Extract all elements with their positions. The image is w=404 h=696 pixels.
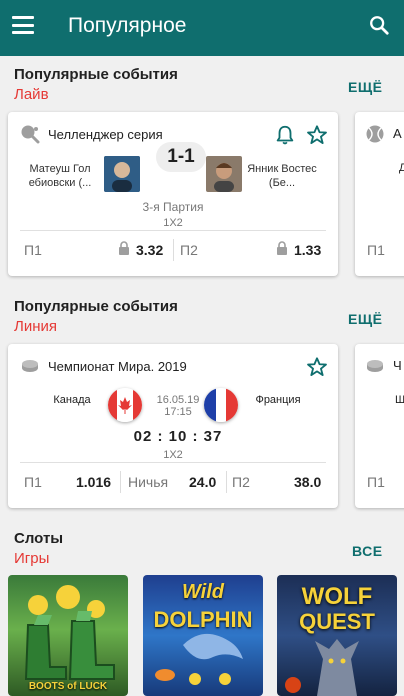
odd-label-p2[interactable]: П2 — [180, 242, 198, 258]
live-more-link[interactable]: ЕЩЁ — [348, 79, 382, 95]
card-header: Челленджер серия — [20, 124, 163, 144]
odd-label-p1[interactable]: П1 — [24, 242, 42, 258]
line-section-title: Популярные события — [14, 298, 178, 315]
market-label: 1X2 — [163, 449, 183, 461]
lock-icon — [277, 241, 287, 255]
odd-value-p1[interactable]: 3.32 — [136, 242, 163, 258]
odd-value-p2[interactable]: 1.33 — [294, 242, 321, 258]
next-team-name: Ш — [395, 394, 404, 406]
star-icon[interactable] — [306, 124, 328, 146]
slot-title-top: Wild — [181, 581, 225, 603]
slot-title-bottom: DOLPHIN — [153, 607, 253, 632]
set-info: 3-я Партия — [142, 200, 204, 214]
league-name: Челленджер серия — [48, 126, 163, 142]
live-event-card[interactable]: Челленджер серия Матеуш Гол ебиовски (..… — [8, 112, 338, 276]
france-flag-icon — [204, 388, 238, 422]
odds-separator — [120, 471, 121, 493]
live-section-title: Популярные события — [14, 66, 178, 83]
line-more-link[interactable]: ЕЩЁ — [348, 311, 382, 327]
next-odd-label[interactable]: П1 — [367, 242, 385, 258]
live-event-card-next[interactable]: А Д П1 — [355, 112, 404, 276]
slot-game-boots-of-luck[interactable]: BOOTS of LUCK — [8, 575, 128, 696]
next-league-name: А — [393, 126, 402, 141]
page-title: Популярное — [68, 14, 187, 37]
live-section-subtitle: Лайв — [14, 86, 49, 103]
menu-icon[interactable] — [12, 16, 34, 34]
match-time: 17:15 — [164, 406, 192, 418]
odds-separator — [226, 471, 227, 493]
player-1-name: Матеуш Гол ебиовски (... — [28, 163, 92, 189]
card-header: Чемпионат Мира. 2019 — [20, 356, 187, 376]
team-1-name: Канада — [53, 394, 91, 406]
slots-section-title: Слоты — [14, 530, 64, 547]
next-player-name: Д — [399, 162, 404, 174]
league-name: Чемпионат Мира. 2019 — [48, 358, 187, 374]
player-1-avatar — [104, 156, 140, 192]
countdown-timer: 02 : 10 : 37 — [133, 428, 223, 445]
team-2-name: Франция — [255, 394, 301, 406]
odd-value-p1[interactable]: 1.016 — [76, 474, 111, 490]
next-league-name: Ч — [393, 358, 402, 373]
odd-label-p2[interactable]: П2 — [232, 474, 250, 490]
table-tennis-icon — [21, 125, 40, 144]
match-score: 1-1 — [156, 142, 206, 172]
divider — [20, 230, 326, 231]
odd-label-draw[interactable]: Ничья — [128, 474, 168, 490]
slot-game-wild-dolphin[interactable]: Wild DOLPHIN — [143, 575, 263, 696]
line-section-subtitle: Линия — [14, 318, 58, 335]
slot-title: BOOTS of LUCK — [28, 681, 108, 692]
slot-title-bottom: QUEST — [299, 609, 375, 634]
match-date: 16.05.19 — [156, 394, 200, 406]
player-2-avatar — [206, 156, 242, 192]
slot-title-top: WOLF — [301, 583, 373, 610]
tennis-icon — [366, 125, 384, 143]
slots-all-link[interactable]: ВСЕ — [352, 543, 383, 559]
slot-game-wolf-quest[interactable]: WOLF QUEST — [277, 575, 397, 696]
divider — [20, 462, 326, 463]
app-bar: Популярное — [0, 0, 404, 56]
lock-icon — [119, 241, 129, 255]
odds-separator — [173, 239, 174, 261]
player-2-name: Янник Востес (Бе... — [247, 163, 317, 189]
bell-icon[interactable] — [274, 124, 296, 146]
line-event-card[interactable]: Чемпионат Мира. 2019 Канада 16.05.19 17:… — [8, 344, 338, 508]
canada-flag-icon — [108, 388, 142, 422]
odd-value-draw[interactable]: 24.0 — [189, 474, 216, 490]
hockey-puck-icon — [22, 360, 38, 372]
odd-label-p1[interactable]: П1 — [24, 474, 42, 490]
star-icon[interactable] — [306, 356, 328, 378]
line-event-card-next[interactable]: Ч Ш П1 — [355, 344, 404, 508]
hockey-puck-icon — [367, 360, 383, 372]
slots-section-subtitle: Игры — [14, 550, 50, 567]
next-odd-label[interactable]: П1 — [367, 474, 385, 490]
odd-value-p2[interactable]: 38.0 — [294, 474, 321, 490]
market-label: 1X2 — [163, 217, 183, 229]
search-icon[interactable] — [368, 14, 390, 36]
